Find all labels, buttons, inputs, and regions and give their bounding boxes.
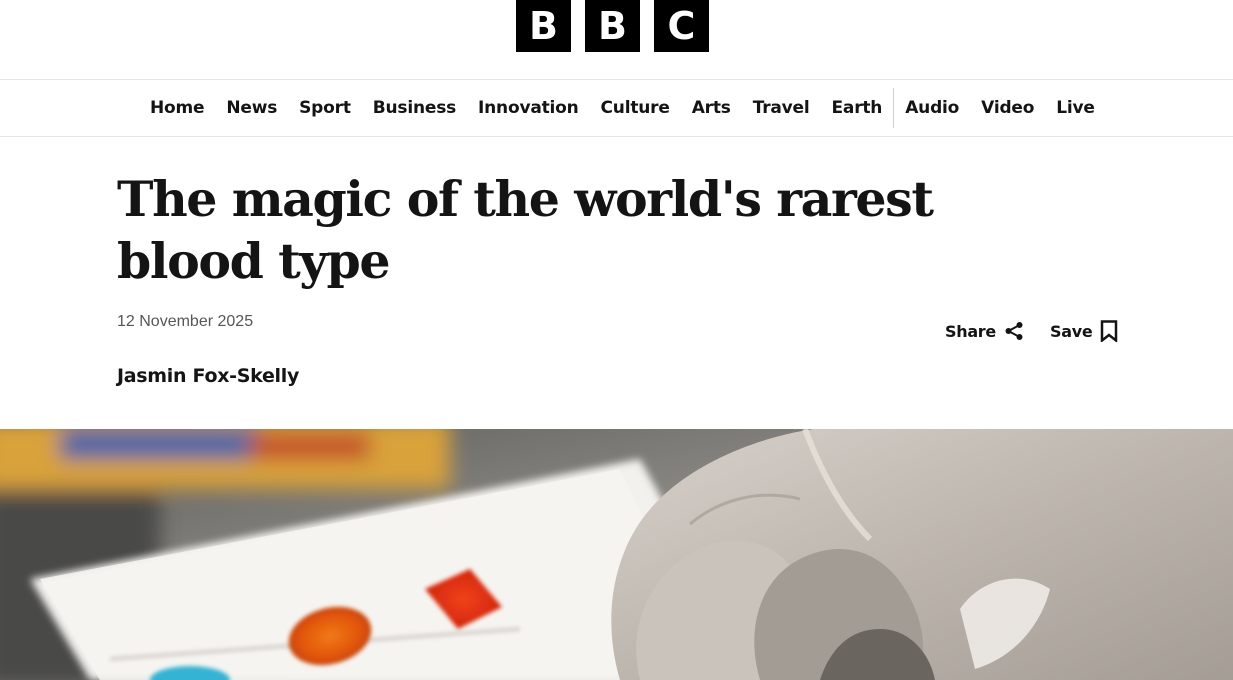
nav-item-culture[interactable]: Culture — [590, 80, 681, 136]
share-icon — [1004, 321, 1024, 341]
article-date: 12 November 2025 — [117, 313, 254, 330]
nav-item-earth[interactable]: Earth — [821, 80, 894, 136]
nav-item-sport[interactable]: Sport — [288, 80, 362, 136]
article-actions: Share Save — [945, 316, 1118, 346]
nav-item-news[interactable]: News — [215, 80, 288, 136]
nav-item-audio[interactable]: Audio — [894, 80, 970, 136]
main-navigation: Home News Sport Business Innovation Cult… — [0, 79, 1233, 137]
save-button[interactable]: Save — [1050, 316, 1118, 346]
nav-item-travel[interactable]: Travel — [742, 80, 821, 136]
nav-item-live[interactable]: Live — [1045, 80, 1105, 136]
logo-letter-b2: B — [585, 0, 640, 52]
article-author: Jasmin Fox-Skelly — [117, 365, 300, 387]
logo-letter-c: C — [654, 0, 709, 52]
save-label: Save — [1049, 321, 1093, 341]
article-headline: The magic of the world's rarest blood ty… — [117, 170, 934, 290]
masthead: B B C — [0, 0, 1233, 80]
nav-item-business[interactable]: Business — [362, 80, 467, 136]
bbc-logo[interactable]: B B C — [516, 0, 709, 52]
share-label: Share — [945, 321, 996, 341]
hero-image — [0, 429, 1233, 680]
nav-item-video[interactable]: Video — [970, 80, 1045, 136]
nav-list: Home News Sport Business Innovation Cult… — [139, 80, 1106, 136]
logo-letter-b1: B — [516, 0, 571, 52]
photo-icon — [0, 429, 1233, 680]
nav-item-home[interactable]: Home — [139, 80, 215, 136]
share-button[interactable]: Share — [945, 316, 1024, 346]
nav-item-innovation[interactable]: Innovation — [467, 80, 590, 136]
bookmark-icon — [1100, 320, 1118, 342]
nav-item-arts[interactable]: Arts — [681, 80, 742, 136]
